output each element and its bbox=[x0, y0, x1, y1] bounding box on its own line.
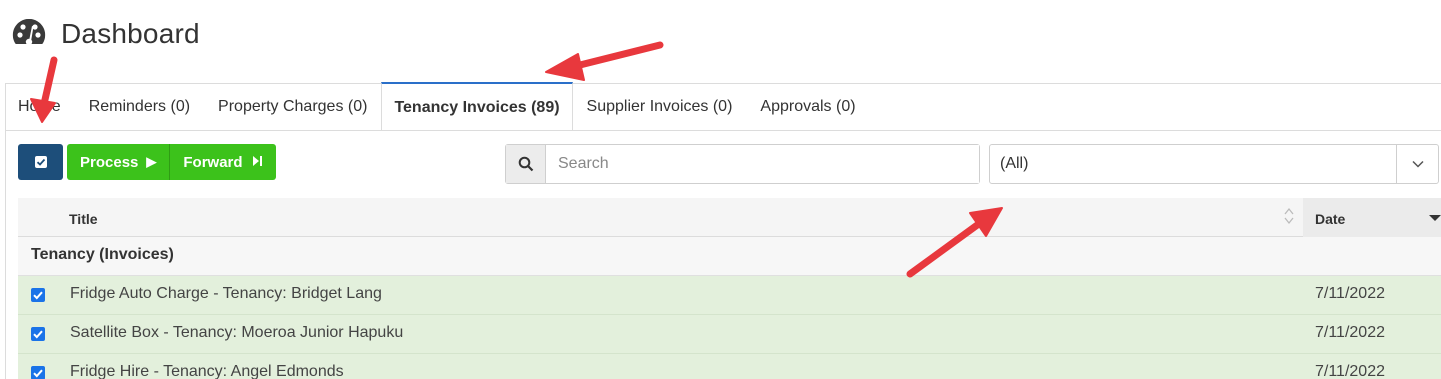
page-header: Dashboard bbox=[10, 14, 200, 54]
row-checkbox[interactable] bbox=[31, 288, 45, 302]
grid-header: Title Date bbox=[18, 198, 1441, 237]
row-date: 7/11/2022 bbox=[1315, 363, 1385, 379]
table-row[interactable]: Satellite Box - Tenancy: Moeroa Junior H… bbox=[18, 315, 1441, 354]
tab-home[interactable]: Home bbox=[6, 84, 75, 130]
row-checkbox[interactable] bbox=[31, 327, 45, 341]
skip-forward-icon bbox=[251, 155, 263, 170]
tab-supplier-invoices[interactable]: Supplier Invoices (0) bbox=[573, 84, 747, 130]
filter-selected-value: (All) bbox=[1000, 155, 1029, 172]
group-row[interactable]: Tenancy (Invoices) bbox=[18, 237, 1441, 276]
filter-select[interactable]: (All) bbox=[989, 144, 1439, 184]
chevron-down-icon bbox=[1396, 145, 1438, 183]
forward-button[interactable]: Forward bbox=[169, 144, 276, 180]
checkbox-icon bbox=[34, 156, 47, 168]
select-all-button[interactable] bbox=[18, 144, 63, 180]
column-header-date-cell[interactable]: Date bbox=[1303, 198, 1441, 237]
group-label: Tenancy (Invoices) bbox=[31, 246, 174, 263]
gauge-icon bbox=[12, 18, 46, 53]
sort-icon[interactable] bbox=[1283, 207, 1295, 225]
sort-desc-icon bbox=[1429, 215, 1441, 221]
column-header-date: Date bbox=[1315, 211, 1346, 227]
tabs-bottom-border bbox=[5, 130, 1441, 131]
play-icon: ▶ bbox=[146, 154, 157, 169]
tab-reminders[interactable]: Reminders (0) bbox=[75, 84, 204, 130]
column-header-title[interactable]: Title bbox=[69, 198, 98, 240]
process-label: Process bbox=[80, 153, 139, 171]
row-date: 7/11/2022 bbox=[1315, 324, 1385, 341]
row-title: Fridge Hire - Tenancy: Angel Edmonds bbox=[70, 363, 344, 379]
process-button[interactable]: Process ▶ bbox=[67, 144, 170, 180]
forward-label: Forward bbox=[183, 153, 243, 171]
search-box bbox=[505, 144, 980, 184]
search-icon[interactable] bbox=[506, 145, 546, 183]
tab-bar: Home Reminders (0) Property Charges (0) … bbox=[6, 82, 870, 130]
page-title: Dashboard bbox=[61, 18, 200, 49]
row-title: Satellite Box - Tenancy: Moeroa Junior H… bbox=[70, 324, 404, 341]
row-checkbox[interactable] bbox=[31, 366, 45, 379]
table-row[interactable]: Fridge Auto Charge - Tenancy: Bridget La… bbox=[18, 276, 1441, 315]
action-button-group: Process ▶ Forward bbox=[67, 144, 276, 180]
tab-property-charges[interactable]: Property Charges (0) bbox=[204, 84, 381, 130]
table-row[interactable]: Fridge Hire - Tenancy: Angel Edmonds 7/1… bbox=[18, 354, 1441, 379]
row-date: 7/11/2022 bbox=[1315, 285, 1385, 302]
tab-approvals[interactable]: Approvals (0) bbox=[746, 84, 869, 130]
search-input[interactable] bbox=[546, 145, 979, 183]
tab-tenancy-invoices[interactable]: Tenancy Invoices (89) bbox=[381, 82, 573, 130]
row-title: Fridge Auto Charge - Tenancy: Bridget La… bbox=[70, 285, 382, 302]
annotation-arrow bbox=[545, 41, 664, 81]
